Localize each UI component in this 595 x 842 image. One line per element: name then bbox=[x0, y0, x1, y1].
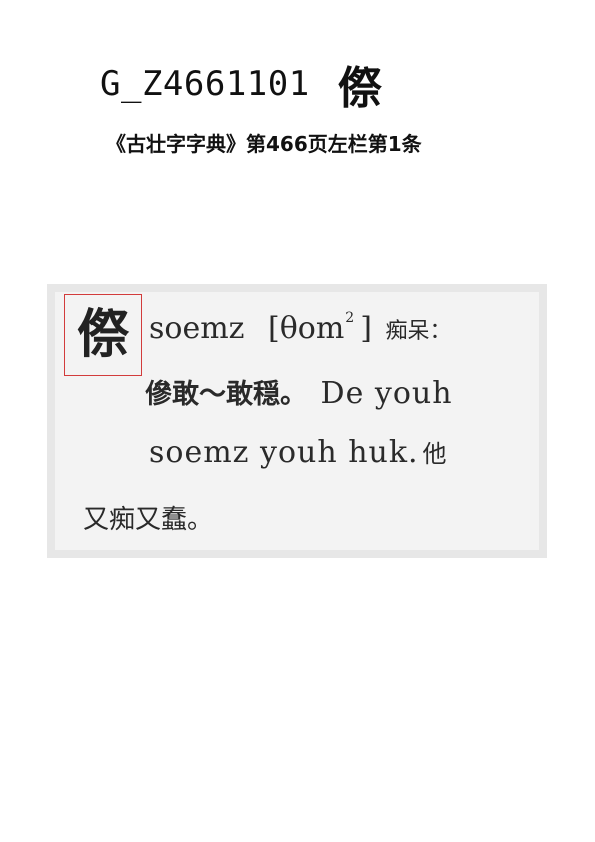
example-latin-cont: soemz youh huk. bbox=[149, 435, 419, 470]
gloss-text: 痴呆： bbox=[385, 319, 452, 344]
dictionary-source: 《古壮字字典》第466页左栏第1条 bbox=[106, 132, 422, 156]
entry-line-example: soemz youh huk. 他 bbox=[149, 434, 448, 470]
entry-line-compound: 傪敢～敢穏。 De youh bbox=[145, 372, 453, 411]
ipa-open: [θom bbox=[268, 311, 345, 346]
example-cn-tail: 他 bbox=[422, 440, 448, 468]
pronunciation-text: soemz bbox=[149, 311, 245, 346]
record-title: G_Z4661101 傺 bbox=[100, 58, 382, 114]
headword-box: 傺 bbox=[64, 294, 142, 376]
character-code: G_Z4661101 bbox=[100, 64, 310, 104]
character-glyph: 傺 bbox=[337, 63, 382, 114]
example-latin-start: De youh bbox=[320, 376, 453, 411]
entry-line-pronunciation: soemz [θom2] 痴呆： bbox=[149, 310, 452, 346]
ipa-close: ] bbox=[360, 311, 372, 346]
headword-character: 傺 bbox=[76, 304, 129, 365]
tone-mark: 2 bbox=[345, 310, 355, 326]
dictionary-scan: 傺 soemz [θom2] 痴呆： 傪敢～敢穏。 De youh soemz … bbox=[47, 284, 547, 558]
translation-text: 又痴又蠢。 bbox=[83, 505, 214, 535]
entry-line-translation: 又痴又蠢。 bbox=[83, 499, 213, 536]
compound-text: 傪敢～敢穏。 bbox=[145, 379, 307, 410]
